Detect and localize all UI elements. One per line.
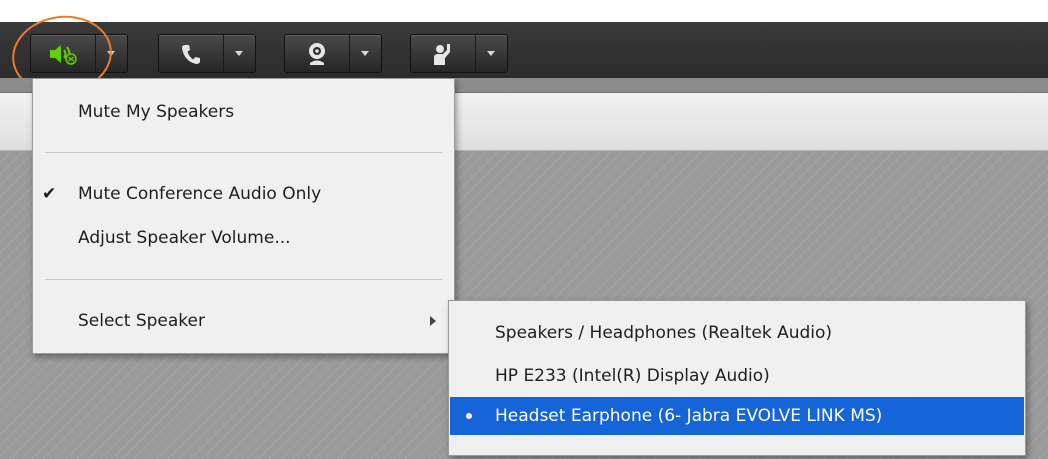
meeting-window: Mute My Speakers ✔ Mute Conference Audio… — [0, 0, 1048, 459]
menu-item-label: Adjust Speaker Volume... — [78, 228, 291, 248]
menu-item-select-speaker[interactable]: Select Speaker — [33, 303, 454, 339]
chevron-down-icon — [235, 51, 243, 56]
menu-item-label: Select Speaker — [78, 311, 205, 331]
menu-separator — [45, 279, 442, 280]
chevron-down-icon — [361, 51, 369, 56]
raise-hand-button[interactable] — [411, 35, 475, 72]
raise-hand-dropdown-button[interactable] — [475, 35, 506, 72]
menu-item-mute-speakers[interactable]: Mute My Speakers — [33, 94, 454, 130]
submenu-arrow-icon — [430, 316, 436, 326]
raise-hand-icon — [434, 43, 450, 65]
speaker-option-realtek[interactable]: Speakers / Headphones (Realtek Audio) — [450, 314, 1024, 352]
speaker-option-jabra-headset[interactable]: Headset Earphone (6- Jabra EVOLVE LINK M… — [450, 397, 1024, 435]
phone-control — [158, 34, 256, 73]
top-strip — [0, 0, 1048, 22]
menu-item-adjust-speaker-volume[interactable]: Adjust Speaker Volume... — [33, 220, 454, 256]
webcam-button[interactable] — [285, 35, 349, 72]
menu-item-label: Mute Conference Audio Only — [78, 184, 322, 204]
chevron-down-icon — [487, 51, 495, 56]
speaker-option-label: HP E233 (Intel(R) Display Audio) — [495, 366, 770, 386]
phone-button[interactable] — [159, 35, 223, 72]
phone-dropdown-button[interactable] — [223, 35, 254, 72]
menu-item-mute-conference-audio[interactable]: ✔ Mute Conference Audio Only — [33, 176, 454, 212]
chevron-down-icon — [107, 51, 115, 56]
speaker-button[interactable] — [31, 35, 95, 72]
select-speaker-submenu: Speakers / Headphones (Realtek Audio) HP… — [448, 300, 1026, 456]
speaker-dropdown-button[interactable] — [95, 35, 126, 72]
menu-separator — [45, 152, 442, 153]
menu-item-label: Mute My Speakers — [78, 102, 235, 122]
selected-dot-icon — [466, 413, 472, 419]
speaker-option-label: Speakers / Headphones (Realtek Audio) — [495, 323, 833, 343]
webcam-dropdown-button[interactable] — [349, 35, 380, 72]
speaker-option-hp-display[interactable]: HP E233 (Intel(R) Display Audio) — [450, 357, 1024, 395]
speaker-menu: Mute My Speakers ✔ Mute Conference Audio… — [32, 78, 455, 354]
speaker-icon — [50, 44, 77, 65]
speaker-control — [30, 34, 128, 73]
checkmark-icon: ✔ — [42, 184, 57, 204]
speaker-option-label: Headset Earphone (6- Jabra EVOLVE LINK M… — [495, 406, 883, 426]
webcam-control — [284, 34, 382, 73]
raise-hand-control — [410, 34, 508, 73]
phone-icon — [182, 44, 200, 64]
webcam-icon — [309, 42, 325, 65]
